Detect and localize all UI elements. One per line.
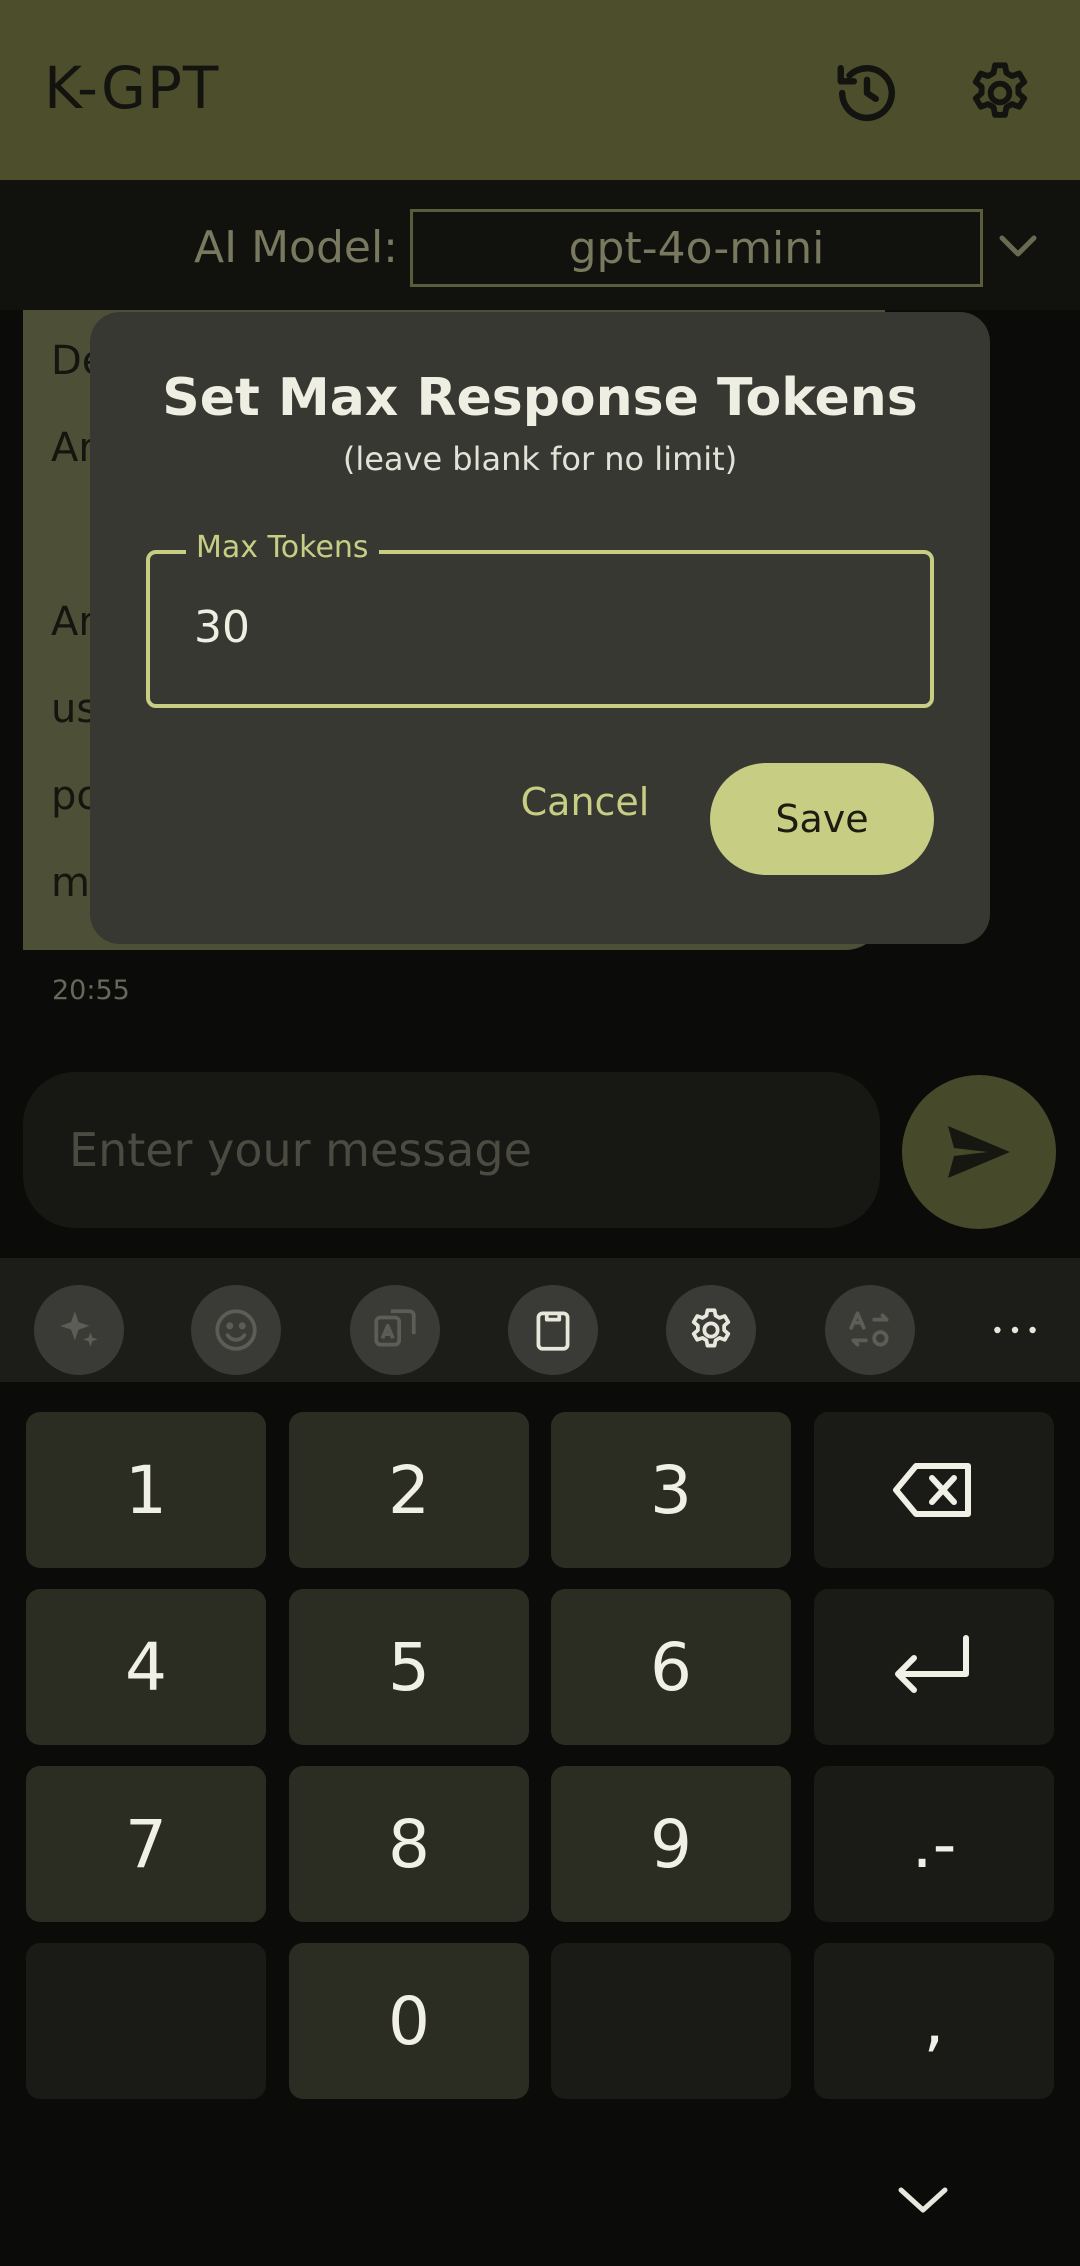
message-input-placeholder: Enter your message <box>69 1123 532 1177</box>
text-swap-icon[interactable] <box>825 1285 915 1375</box>
history-icon[interactable] <box>832 58 902 128</box>
enter-icon <box>895 1635 969 1693</box>
key-blank-right[interactable] <box>551 1943 791 2099</box>
message-timestamp: 20:55 <box>52 975 130 1006</box>
message-input[interactable]: Enter your message <box>23 1072 880 1228</box>
key-7[interactable]: 7 <box>26 1766 266 1922</box>
key-4[interactable]: 4 <box>26 1589 266 1745</box>
key-9[interactable]: 9 <box>551 1766 791 1922</box>
key-5[interactable]: 5 <box>289 1589 529 1745</box>
key-blank-left[interactable] <box>26 1943 266 2099</box>
gear-icon[interactable] <box>666 1285 756 1375</box>
chevron-down-icon[interactable] <box>893 2170 953 2230</box>
model-selector-row: AI Model: gpt-4o-mini <box>0 180 1080 310</box>
max-tokens-label: Max Tokens <box>186 530 379 565</box>
app-title: K-GPT <box>44 54 220 122</box>
key-0[interactable]: 0 <box>289 1943 529 2099</box>
translate-icon[interactable] <box>350 1285 440 1375</box>
cancel-button[interactable]: Cancel <box>510 762 660 842</box>
gear-icon[interactable] <box>965 58 1035 128</box>
key-6[interactable]: 6 <box>551 1589 791 1745</box>
key-dot-dash[interactable]: .- <box>814 1766 1054 1922</box>
save-button[interactable]: Save <box>710 763 934 875</box>
key-3[interactable]: 3 <box>551 1412 791 1568</box>
model-dropdown[interactable]: gpt-4o-mini <box>410 209 983 287</box>
send-icon <box>948 1126 1010 1178</box>
send-button[interactable] <box>902 1075 1056 1229</box>
sparkle-icon[interactable] <box>34 1285 124 1375</box>
key-1[interactable]: 1 <box>26 1412 266 1568</box>
max-tokens-input[interactable] <box>194 602 794 653</box>
more-icon[interactable] <box>985 1300 1045 1360</box>
backspace-key[interactable] <box>814 1412 1054 1568</box>
clipboard-icon[interactable] <box>508 1285 598 1375</box>
chevron-down-icon[interactable] <box>996 230 1040 264</box>
numeric-keyboard: 1 2 3 4 5 6 7 8 9 .- 0 , <box>0 1382 1080 2266</box>
emoji-icon[interactable] <box>191 1285 281 1375</box>
max-tokens-field[interactable]: Max Tokens <box>146 530 934 708</box>
enter-key[interactable] <box>814 1589 1054 1745</box>
key-comma[interactable]: , <box>814 1943 1054 2099</box>
backspace-icon <box>893 1463 971 1517</box>
model-label: AI Model: <box>194 222 398 273</box>
dialog-title: Set Max Response Tokens <box>162 368 918 428</box>
app-bar: K-GPT <box>0 0 1080 180</box>
key-2[interactable]: 2 <box>289 1412 529 1568</box>
key-8[interactable]: 8 <box>289 1766 529 1922</box>
keyboard-toolbar <box>0 1258 1080 1382</box>
dialog-subtitle: (leave blank for no limit) <box>342 440 738 478</box>
model-selected-value: gpt-4o-mini <box>568 222 825 274</box>
max-tokens-dialog: Set Max Response Tokens (leave blank for… <box>90 312 990 944</box>
